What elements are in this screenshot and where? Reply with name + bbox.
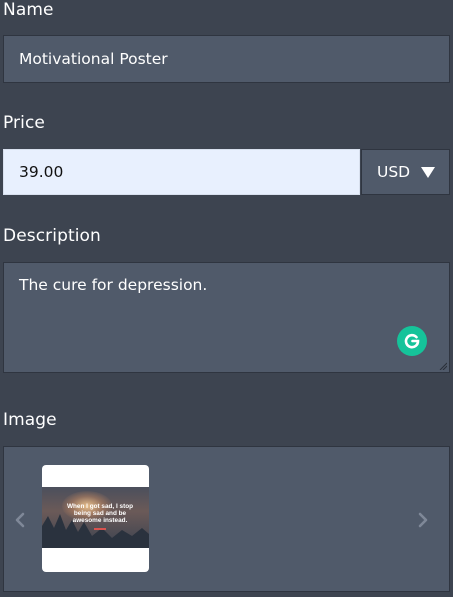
caret-down-icon: [421, 166, 436, 178]
image-thumbnail[interactable]: When I got sad, I stop being sad and be …: [42, 465, 149, 572]
currency-value: USD: [377, 163, 411, 181]
image-label: Image: [3, 410, 57, 430]
description-text: The cure for depression.: [19, 276, 208, 294]
image-carousel: When I got sad, I stop being sad and be …: [3, 446, 450, 592]
poster-quote: When I got sad, I stop being sad and be …: [66, 503, 134, 524]
resize-handle-icon[interactable]: [439, 362, 447, 370]
chevron-right-icon[interactable]: [413, 509, 433, 531]
description-textarea[interactable]: The cure for depression.: [3, 262, 450, 373]
description-label: Description: [3, 226, 101, 246]
grammarly-icon[interactable]: [397, 326, 427, 356]
name-label: Name: [3, 0, 54, 20]
price-input[interactable]: 39.00: [3, 149, 360, 195]
poster-image: When I got sad, I stop being sad and be …: [42, 487, 149, 548]
price-label: Price: [3, 113, 45, 133]
currency-select[interactable]: USD: [361, 149, 450, 195]
chevron-left-icon[interactable]: [10, 509, 30, 531]
name-input[interactable]: Motivational Poster: [3, 35, 450, 83]
